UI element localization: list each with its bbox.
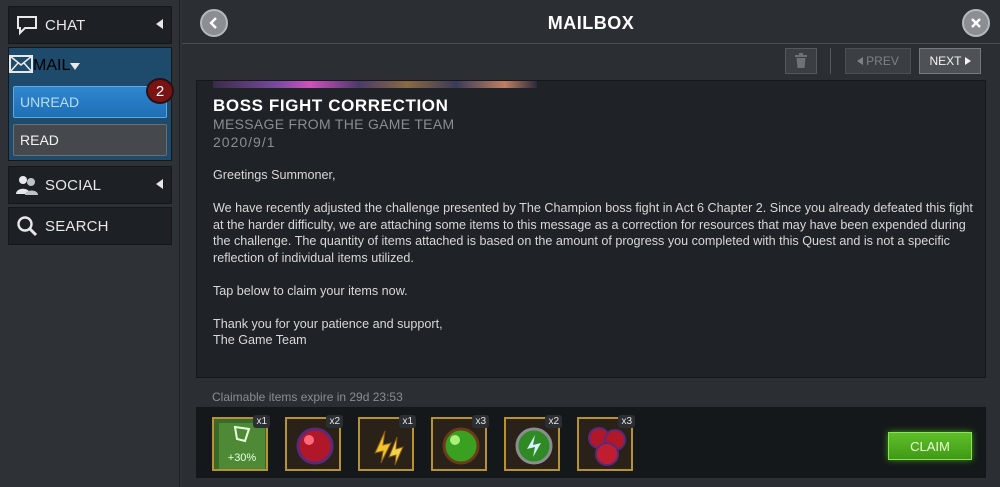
nav-mail-label: MAIL — [33, 57, 71, 74]
message-date: 2020/9/1 — [213, 134, 276, 150]
mail-filter-read-label: READ — [20, 132, 59, 148]
close-button[interactable] — [962, 9, 990, 37]
trash-icon — [795, 53, 807, 68]
sidebar: CHAT MAIL UNREAD READ 2 SOCIAL SEARCH — [0, 0, 180, 487]
chevron-left-icon — [156, 19, 163, 29]
item-quantity: x1 — [399, 415, 416, 428]
nav-mail[interactable]: MAIL — [9, 48, 171, 84]
delete-button[interactable] — [785, 48, 817, 74]
reward-item-green-revive[interactable]: x2 — [504, 415, 562, 471]
message-signature: The Game Team — [213, 333, 307, 347]
item-quantity: x2 — [545, 415, 562, 428]
mail-filter-unread[interactable]: UNREAD — [13, 86, 167, 118]
red-potion-icon — [296, 427, 334, 465]
green-potion-icon — [442, 427, 480, 465]
reward-items-bar: +30% x1 x2 x1 x3 x2 x3 CLAIM — [196, 406, 986, 478]
mailbox-panel: MAILBOX PREV NEXT BOSS FIGHT CORRECTION … — [182, 0, 1000, 487]
nav-search[interactable]: SEARCH — [8, 207, 172, 245]
red-potion-cluster-icon — [588, 427, 626, 466]
message-body: Greetings Summoner, We have recently adj… — [213, 167, 973, 349]
reward-item-lightning-shards[interactable]: x1 — [358, 415, 416, 471]
item-quantity: x2 — [326, 415, 343, 428]
prev-button[interactable]: PREV — [845, 48, 911, 74]
message-signoff: Thank you for your patience and support, — [213, 316, 443, 331]
message-paragraph: Tap below to claim your items now. — [213, 283, 408, 298]
item-quantity: x3 — [472, 415, 489, 428]
green-revive-icon — [515, 427, 553, 465]
social-icon — [15, 173, 39, 197]
item-quantity: x3 — [618, 415, 635, 428]
mailbox-header: MAILBOX — [182, 0, 1000, 44]
reward-item-boost[interactable]: +30% x1 — [212, 415, 270, 471]
mail-section: MAIL UNREAD READ — [8, 47, 172, 161]
prev-button-label: PREV — [866, 54, 899, 68]
envelope-icon — [9, 54, 33, 79]
nav-social[interactable]: SOCIAL — [8, 166, 172, 204]
search-icon — [15, 214, 39, 238]
message-banner-image — [213, 81, 537, 88]
mail-filter-read[interactable]: READ — [13, 124, 167, 156]
triangle-right-icon — [964, 57, 971, 65]
chevron-down-icon — [70, 62, 81, 70]
chat-icon — [15, 13, 39, 37]
expiry-notice: Claimable items expire in 29d 23:53 — [212, 390, 403, 404]
message-sender: MESSAGE FROM THE GAME TEAM — [213, 116, 455, 132]
nav-chat-label: CHAT — [45, 16, 86, 34]
triangle-left-icon — [857, 57, 864, 65]
mail-filter-unread-label: UNREAD — [20, 94, 80, 110]
message-greeting: Greetings Summoner, — [213, 168, 336, 182]
nav-social-label: SOCIAL — [45, 176, 102, 194]
item-quantity: x1 — [253, 415, 270, 428]
chevron-left-icon — [156, 179, 163, 189]
reward-item-red-potion-cluster[interactable]: x3 — [577, 415, 635, 471]
message-title: BOSS FIGHT CORRECTION — [213, 96, 449, 115]
unread-count-badge: 2 — [146, 78, 174, 104]
boost-item-label: +30% — [228, 452, 257, 464]
nav-search-label: SEARCH — [45, 217, 109, 235]
lightning-shards-icon — [374, 430, 404, 466]
toolbar-divider — [830, 48, 831, 74]
message-paragraph: We have recently adjusted the challenge … — [213, 201, 973, 265]
message-panel[interactable]: BOSS FIGHT CORRECTION MESSAGE FROM THE G… — [196, 80, 986, 378]
reward-item-red-potion[interactable]: x2 — [285, 415, 343, 471]
claim-button[interactable]: CLAIM — [888, 432, 972, 460]
reward-item-green-potion[interactable]: x3 — [431, 415, 489, 471]
close-icon — [971, 18, 981, 28]
nav-chat[interactable]: CHAT — [8, 6, 172, 44]
next-button-label: NEXT — [929, 54, 962, 68]
message-toolbar: PREV NEXT — [196, 46, 986, 80]
boost-icon: +30% — [219, 423, 265, 469]
page-title: MAILBOX — [547, 13, 635, 33]
next-button[interactable]: NEXT — [919, 48, 981, 74]
